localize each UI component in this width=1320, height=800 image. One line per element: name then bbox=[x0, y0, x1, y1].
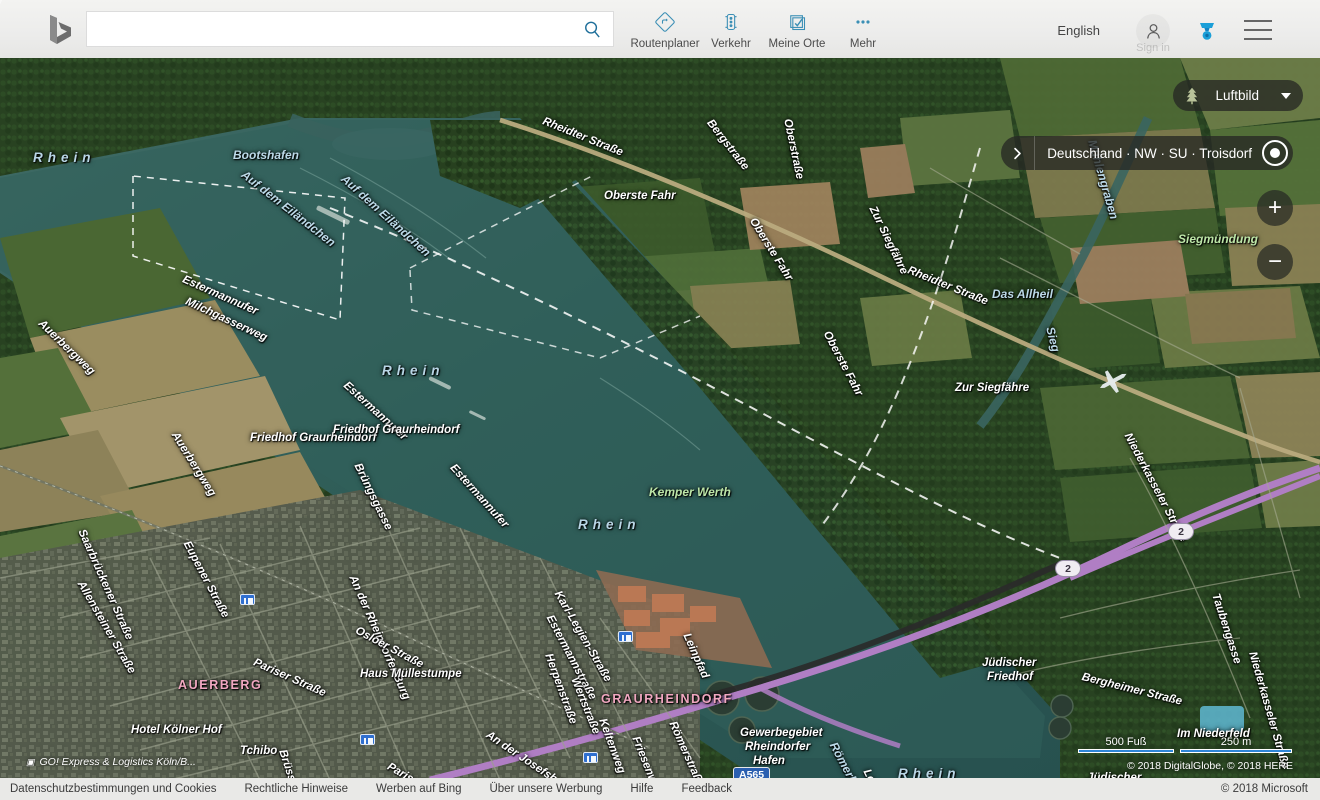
breadcrumb[interactable]: Deutschland · NW · SU · Troisdorf bbox=[1001, 136, 1293, 170]
zoom-out-button[interactable]: − bbox=[1257, 244, 1293, 280]
header-nav: Routenplaner Verkehr Meine Orte Mehr bbox=[630, 8, 896, 50]
language-selector[interactable]: English bbox=[1057, 23, 1100, 38]
ellipsis-icon bbox=[853, 11, 873, 33]
chevron-down-icon bbox=[1281, 92, 1291, 99]
search-box[interactable] bbox=[86, 11, 614, 47]
bing-maps-app: Routenplaner Verkehr Meine Orte Mehr Eng… bbox=[0, 0, 1320, 800]
hamburger-menu-icon[interactable] bbox=[1244, 20, 1272, 40]
nav-routenplaner-label: Routenplaner bbox=[630, 38, 700, 50]
rewards-medal-icon bbox=[1200, 23, 1214, 40]
aerial-tree-icon bbox=[1177, 83, 1207, 109]
bing-logo-icon[interactable] bbox=[44, 13, 78, 46]
search-icon[interactable] bbox=[571, 12, 613, 46]
hamburger-line bbox=[1244, 29, 1272, 31]
breadcrumb-text: Deutschland · NW · SU · Troisdorf bbox=[1047, 145, 1252, 161]
ad-badge-icon: ▣ bbox=[26, 756, 35, 767]
nav-mehr-label: Mehr bbox=[849, 38, 877, 50]
chevron-right-icon[interactable] bbox=[1001, 136, 1036, 170]
nav-verkehr-label: Verkehr bbox=[711, 38, 751, 50]
nav-routenplaner[interactable]: Routenplaner bbox=[630, 8, 700, 50]
account-button[interactable] bbox=[1136, 14, 1170, 48]
top-header-bar: Routenplaner Verkehr Meine Orte Mehr Eng… bbox=[0, 0, 1320, 58]
search-input[interactable] bbox=[87, 12, 571, 46]
zoom-in-button[interactable]: + bbox=[1257, 190, 1293, 226]
footer-link[interactable]: Über unsere Werbung bbox=[489, 783, 602, 795]
locate-me-icon[interactable] bbox=[1262, 140, 1288, 166]
nav-verkehr[interactable]: Verkehr bbox=[698, 8, 764, 50]
footer-links: Datenschutzbestimmungen und Cookies Recht… bbox=[0, 783, 732, 795]
map-type-label: Luftbild bbox=[1215, 88, 1259, 103]
footer-link[interactable]: Feedback bbox=[681, 783, 732, 795]
footer-link[interactable]: Rechtliche Hinweise bbox=[244, 783, 348, 795]
footer-copyright: © 2018 Microsoft bbox=[1220, 783, 1308, 795]
traffic-light-icon bbox=[721, 11, 741, 33]
hamburger-line bbox=[1244, 20, 1272, 22]
map-advertiser-label[interactable]: ▣ GO! Express & Logistics Köln/B... bbox=[26, 756, 196, 768]
footer-bar: Datenschutzbestimmungen und Cookies Recht… bbox=[0, 778, 1320, 800]
nav-mehr[interactable]: Mehr bbox=[830, 8, 896, 50]
rewards-button[interactable] bbox=[1192, 16, 1222, 46]
footer-link[interactable]: Werben auf Bing bbox=[376, 783, 461, 795]
footer-link[interactable]: Hilfe bbox=[630, 783, 653, 795]
nav-meine-orte-label: Meine Orte bbox=[768, 38, 826, 50]
nav-meine-orte[interactable]: Meine Orte bbox=[764, 8, 830, 50]
saved-places-icon bbox=[787, 11, 807, 33]
person-icon bbox=[1146, 23, 1160, 39]
footer-link[interactable]: Datenschutzbestimmungen und Cookies bbox=[10, 783, 216, 795]
map-type-dropdown[interactable]: Luftbild bbox=[1173, 80, 1303, 111]
map-advertiser-text: GO! Express & Logistics Köln/B... bbox=[39, 756, 196, 768]
hamburger-line bbox=[1244, 38, 1272, 40]
locate-dot bbox=[1270, 148, 1280, 158]
map-viewport[interactable]: Rhein Rhein Rhein Rhein Sieg Mühlengraben Boot… bbox=[0, 58, 1320, 780]
directions-icon bbox=[655, 11, 675, 33]
